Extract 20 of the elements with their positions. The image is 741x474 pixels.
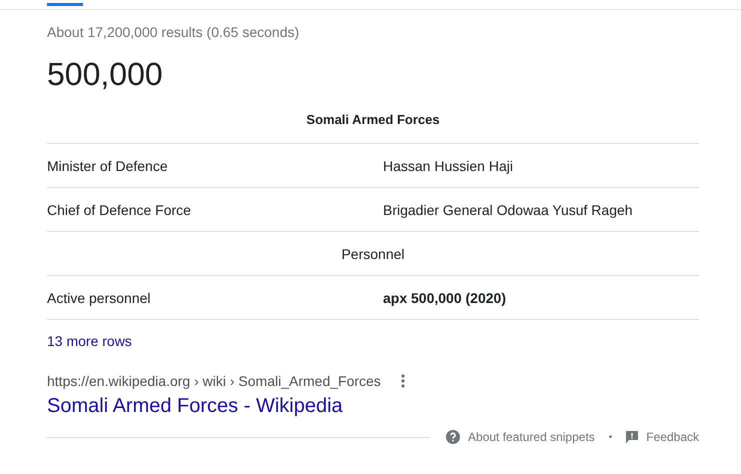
active-tab-indicator: [47, 3, 83, 6]
source-url: https://en.wikipedia.org › wiki › Somali_Armed_Forces: [47, 373, 381, 389]
more-options-icon[interactable]: [400, 374, 405, 388]
answer-text: 500,000: [47, 55, 164, 94]
about-snippets-link[interactable]: About featured snippets: [468, 430, 595, 444]
feedback-link[interactable]: Feedback: [646, 430, 699, 444]
table-cell-text: Active personnel: [47, 290, 152, 306]
feedback-icon[interactable]: [626, 430, 638, 444]
more-rows-link[interactable]: 13 more rows: [47, 333, 132, 349]
table-cell-text: Hassan Hussien Haji: [383, 158, 514, 174]
table-cell-text: apx 500,000 (2020): [383, 290, 507, 306]
table-cell-text: Chief of Defence Force: [47, 202, 192, 218]
result-stats: About 17,200,000 results (0.65 seconds): [47, 24, 300, 40]
section-header: Personnel: [341, 246, 405, 262]
table-cell-text: Minister of Defence: [47, 158, 169, 174]
result-title-link[interactable]: Somali Armed Forces - Wikipedia: [47, 395, 343, 418]
help-icon[interactable]: [446, 430, 460, 444]
table-title: Somali Armed Forces: [47, 112, 699, 144]
separator-dot: •: [608, 432, 612, 442]
table-cell-text: Brigadier General Odowaa Yusuf Rageh: [383, 202, 634, 218]
